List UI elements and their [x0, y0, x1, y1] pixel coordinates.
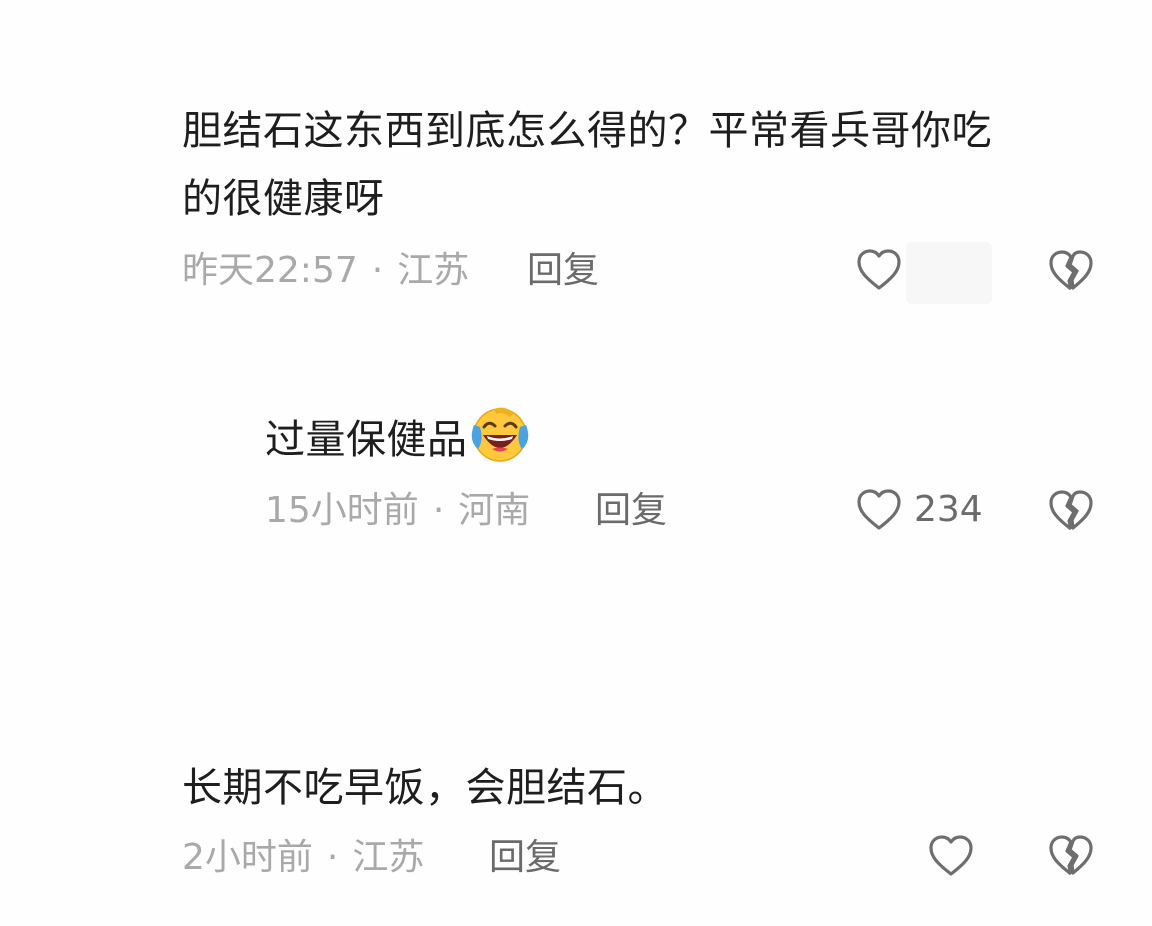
meta-separator: ·: [432, 490, 445, 531]
comment-meta: 2小时前 · 江苏: [182, 836, 424, 880]
reply-button[interactable]: 回复: [489, 836, 561, 880]
comment-time: 15小时前: [265, 490, 419, 531]
broken-heart-icon: [1048, 249, 1094, 293]
comment-location: 江苏: [352, 837, 425, 878]
comment-text: 长期不吃早饭，会胆结石。: [182, 754, 668, 822]
dislike-button[interactable]: [1048, 834, 1094, 878]
heart-outline-icon: [856, 488, 902, 532]
dislike-button[interactable]: [1048, 489, 1094, 533]
comment-meta: 昨天22:57 · 江苏: [182, 249, 469, 293]
like-button[interactable]: [928, 834, 986, 878]
meta-separator: ·: [371, 250, 384, 291]
heart-outline-icon: [856, 248, 902, 292]
comment-text: 胆结石这东西到底怎么得的？平常看兵哥你吃 的很健康呀: [182, 97, 992, 233]
comment-text-line: 胆结石这东西到底怎么得的？平常看兵哥你吃: [182, 108, 992, 154]
comment-time: 昨天22:57: [182, 250, 358, 291]
reply-button[interactable]: 回复: [527, 249, 599, 293]
reply-button[interactable]: 回复: [595, 489, 667, 533]
broken-heart-icon: [1048, 834, 1094, 878]
comment-text-line: 的很健康呀: [182, 176, 385, 222]
like-button[interactable]: 234: [856, 488, 983, 532]
comment-meta: 15小时前 · 河南: [265, 489, 530, 533]
crying-laughing-emoji: [470, 405, 530, 484]
meta-separator: ·: [326, 837, 339, 878]
comment-text: 过量保健品: [265, 405, 530, 484]
like-count: 234: [914, 489, 983, 530]
broken-heart-icon: [1048, 489, 1094, 533]
dislike-button[interactable]: [1048, 249, 1094, 293]
comment-location: 河南: [458, 490, 531, 531]
comment-time: 2小时前: [182, 837, 313, 878]
comment-text-line: 过量保健品: [265, 417, 468, 463]
blur-patch: [906, 242, 992, 304]
heart-outline-icon: [928, 834, 974, 878]
comment-text-line: 长期不吃早饭，会胆结石。: [182, 765, 668, 811]
comment-location: 江苏: [397, 250, 470, 291]
